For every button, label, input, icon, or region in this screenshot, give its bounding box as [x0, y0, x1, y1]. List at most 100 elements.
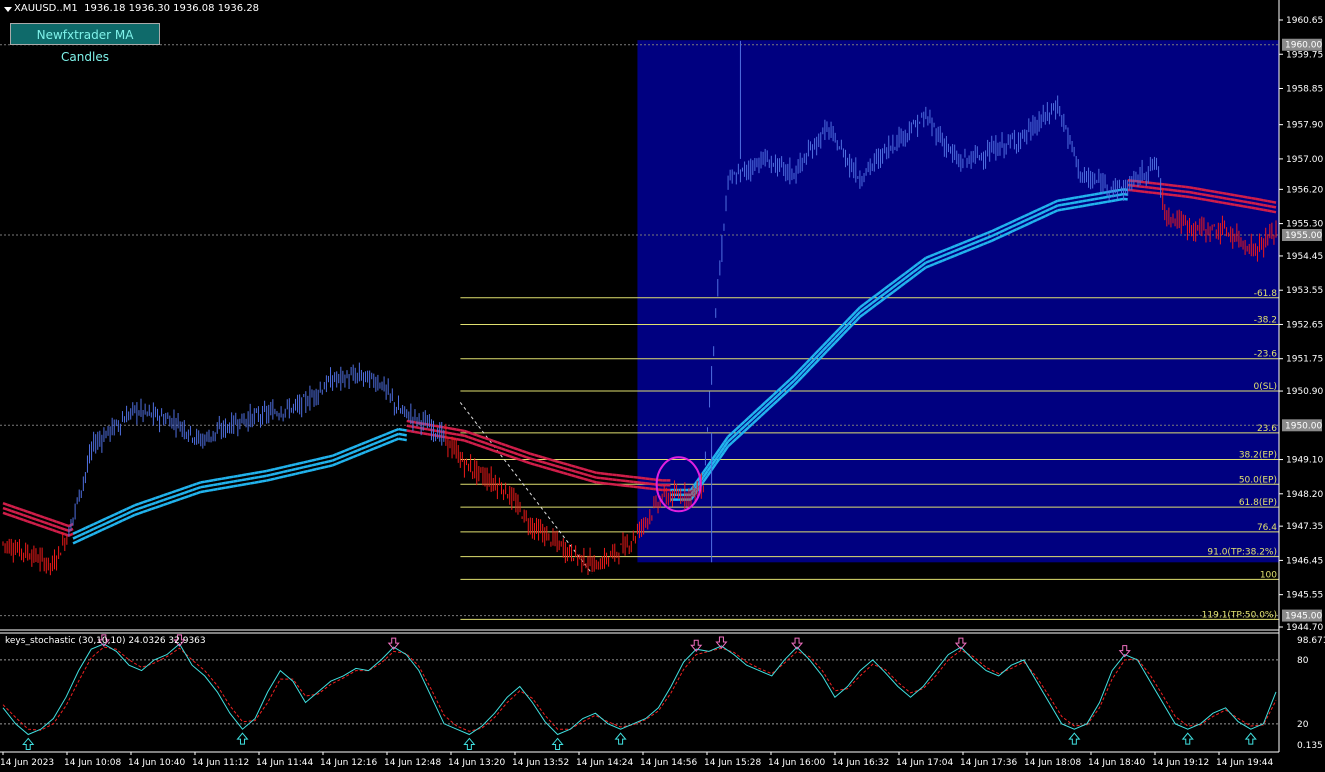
ma-line-segment: [1057, 198, 1062, 202]
ma-line-segment: [476, 434, 482, 438]
time-axis-label: 14 Jun 18:40: [1088, 758, 1145, 768]
ma-line-segment: [455, 437, 461, 442]
ma-line-segment: [183, 485, 189, 490]
ma-line-segment: [237, 474, 243, 478]
ma-line-segment: [27, 515, 33, 520]
ma-line-segment: [1061, 207, 1067, 211]
ma-line-segment: [31, 516, 37, 521]
price-axis-label: 1945.55: [1286, 591, 1323, 601]
ma-line-segment: [134, 512, 140, 517]
ma-line-segment: [521, 454, 527, 459]
ma-line-segment: [196, 481, 202, 485]
ma-line-segment: [987, 239, 993, 244]
ma-line-segment: [1271, 200, 1277, 204]
ma-line-segment: [138, 501, 144, 505]
ma-line-segment: [208, 488, 214, 492]
ma-line-segment: [245, 477, 251, 481]
ma-line-segment: [217, 487, 222, 491]
stochastic-label: keys_stochastic (30,10,10) 24.0326 32.93…: [5, 636, 206, 646]
ma-line-segment: [1073, 195, 1079, 200]
stochastic-axis-label: 20: [1297, 720, 1309, 730]
ma-line-segment: [282, 469, 288, 474]
ma-line-segment: [328, 459, 333, 463]
ma-line-segment: [501, 447, 507, 452]
ma-line-segment: [513, 446, 519, 451]
price-chart[interactable]: -61.8 -38.2 -23.6 0(SL) 23.6 38.2(EP) 50.0(EP)…: [0, 0, 1325, 772]
ma-line-segment: [1090, 197, 1095, 202]
ma-line-segment: [546, 457, 552, 461]
ma-line-segment: [525, 460, 531, 465]
time-axis-label: 14 Jun 18:08: [1024, 758, 1081, 768]
ma-line-segment: [1011, 223, 1017, 228]
ma-line-segment: [492, 449, 498, 454]
ma-line-segment: [225, 480, 230, 485]
ma-line-segment: [970, 246, 976, 251]
ma-line-segment: [340, 449, 346, 454]
ma-line-segment: [1065, 197, 1071, 201]
ma-line-segment: [121, 507, 128, 513]
ma-line-segment: [1263, 203, 1268, 208]
ma-line-segment: [929, 258, 935, 263]
ma-line-segment: [381, 432, 387, 437]
ma-line-segment: [460, 438, 465, 442]
ma-line-segment: [455, 433, 461, 437]
ma-line-segment: [126, 515, 132, 520]
ma-line-segment: [1222, 196, 1227, 200]
ma-line-segment: [1246, 196, 1252, 200]
price-axis-label: 1949.10: [1286, 456, 1323, 466]
ma-line-segment: [1094, 192, 1100, 196]
time-axis-label: 14 Jun 2023: [0, 758, 54, 768]
ma-line-segment: [56, 520, 62, 525]
ma-line-segment: [274, 476, 280, 480]
time-axis-label: 14 Jun 10:40: [128, 758, 185, 768]
ma-line-segment: [80, 526, 86, 532]
ma-line-segment: [299, 461, 305, 465]
ma-line-segment: [488, 447, 494, 452]
ma-line-segment: [76, 528, 82, 533]
ma-line-segment: [398, 437, 403, 441]
ma-line-segment: [513, 451, 519, 456]
ma-line-segment: [221, 486, 226, 490]
ma-line-segment: [1213, 190, 1219, 194]
ma-line-segment: [113, 516, 119, 521]
price-tag-label: 1955.00: [1285, 231, 1322, 241]
ma-line-segment: [2, 511, 8, 516]
ma-line-segment: [509, 450, 515, 455]
ma-line-segment: [406, 429, 412, 433]
ma-line-segment: [212, 483, 218, 487]
indicator-button[interactable]: Newfxtrader MA Candles: [10, 23, 160, 64]
ma-line-segment: [476, 438, 482, 443]
time-axis-label: 14 Jun 13:20: [448, 758, 505, 768]
ma-line-segment: [991, 232, 997, 238]
ma-line-segment: [925, 259, 931, 264]
ma-line-segment: [1251, 196, 1256, 201]
time-axis-label: 14 Jun 11:12: [192, 758, 249, 768]
ma-line-segment: [987, 230, 993, 235]
ma-line-segment: [278, 475, 284, 479]
ma-line-segment: [1044, 208, 1050, 213]
ma-line-segment: [1267, 199, 1273, 204]
ma-line-segment: [101, 522, 107, 527]
ma-line-segment: [995, 235, 1001, 241]
ma-line-segment: [575, 465, 581, 470]
ma-line-segment: [1242, 200, 1248, 204]
ma-line-segment: [1086, 193, 1091, 198]
ma-line-segment: [344, 452, 350, 457]
ma-line-segment: [575, 470, 581, 475]
ma-line-segment: [1213, 200, 1219, 204]
ma-line-segment: [93, 521, 99, 526]
ma-line-segment: [23, 509, 29, 513]
ma-line-segment: [377, 434, 383, 439]
ma-line-segment: [1222, 201, 1227, 205]
ma-line-segment: [1024, 212, 1030, 218]
ma-line-segment: [282, 474, 288, 478]
ma-line-segment: [1015, 216, 1022, 221]
chart-menu-icon[interactable]: [4, 7, 12, 12]
ma-line-segment: [105, 525, 111, 530]
ma-line-segment: [517, 457, 523, 462]
ma-line-segment: [1255, 202, 1260, 206]
ma-line-segment: [501, 452, 507, 456]
ma-line-segment: [23, 518, 29, 523]
ma-line-segment: [554, 464, 560, 469]
ma-line-segment: [550, 463, 556, 467]
